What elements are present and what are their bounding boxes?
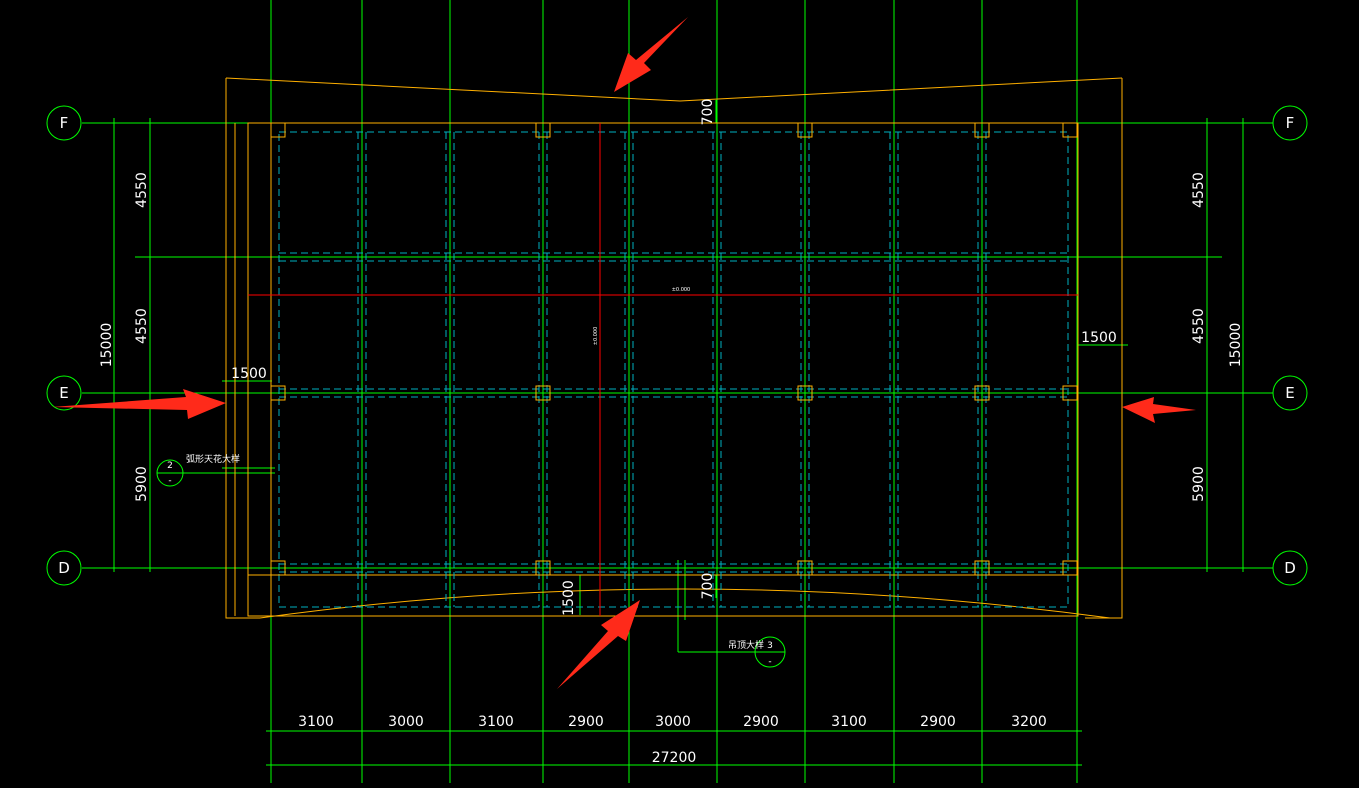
dim-bottom-6: 2900: [743, 714, 779, 730]
detail-left-label: 弧形天花大样: [186, 453, 240, 465]
dim-bottom-8: 2900: [920, 714, 956, 730]
outer-outline: [225, 77, 1123, 619]
axis-label-f-left: F: [60, 114, 69, 132]
arrow-top: [614, 17, 688, 92]
dim-top-curve: 700: [700, 99, 716, 126]
center-label-vertical: ±0.000: [593, 327, 599, 346]
dim-left-total: 15000: [99, 323, 115, 368]
detail-bottom-sub: -: [768, 657, 771, 667]
axis-label-e-right: E: [1285, 384, 1294, 402]
dim-right-1: 4550: [1191, 172, 1207, 208]
dim-left-1: 4550: [134, 172, 150, 208]
detail-left-sub: -: [168, 476, 171, 486]
axis-label-d-right: D: [1284, 559, 1296, 577]
dim-bottom-1: 3100: [298, 714, 334, 730]
ceiling-dashed-grid: [278, 131, 1069, 608]
detail-left-num: 2: [167, 461, 173, 471]
annotation-arrows: [52, 17, 1196, 689]
dim-offset-left: 1500: [231, 366, 267, 382]
axis-label-d-left: D: [58, 559, 70, 577]
dim-left-3: 5900: [134, 466, 150, 502]
red-centerlines: [248, 123, 1078, 616]
dim-bottom-9: 3200: [1011, 714, 1047, 730]
dim-bottom-total: 27200: [652, 750, 697, 766]
vertical-grid-lines: [270, 0, 1078, 783]
axis-label-e-left: E: [59, 384, 68, 402]
columns: [270, 122, 1078, 576]
dim-bottom-7: 3100: [831, 714, 867, 730]
dim-bottom-curve: 700: [700, 573, 716, 600]
cad-drawing-canvas[interactable]: F E D F E D 4550 4550 5900 15000 4550 45…: [0, 0, 1359, 783]
dim-bottom-3: 3100: [478, 714, 514, 730]
axis-label-f-right: F: [1286, 114, 1295, 132]
center-label-horizontal: ±0.000: [672, 287, 691, 293]
dim-offset-right: 1500: [1081, 330, 1117, 346]
dim-right-2: 4550: [1191, 308, 1207, 344]
detail-bottom-num: 3: [767, 641, 773, 651]
detail-callout-left[interactable]: 2 - 弧形天花大样: [156, 453, 240, 487]
floor-plan: F E D F E D 4550 4550 5900 15000 4550 45…: [46, 0, 1308, 783]
dim-bottom-2: 3000: [388, 714, 424, 730]
arrow-right: [1122, 397, 1196, 423]
dim-bottom-4: 2900: [568, 714, 604, 730]
dim-offset-bottom-left: 1500: [561, 580, 577, 616]
dim-left-2: 4550: [134, 308, 150, 344]
detail-bottom-label: 吊顶大样: [728, 639, 764, 651]
dim-right-3: 5900: [1191, 466, 1207, 502]
dim-bottom-5: 3000: [655, 714, 691, 730]
dim-right-total: 15000: [1228, 323, 1244, 368]
